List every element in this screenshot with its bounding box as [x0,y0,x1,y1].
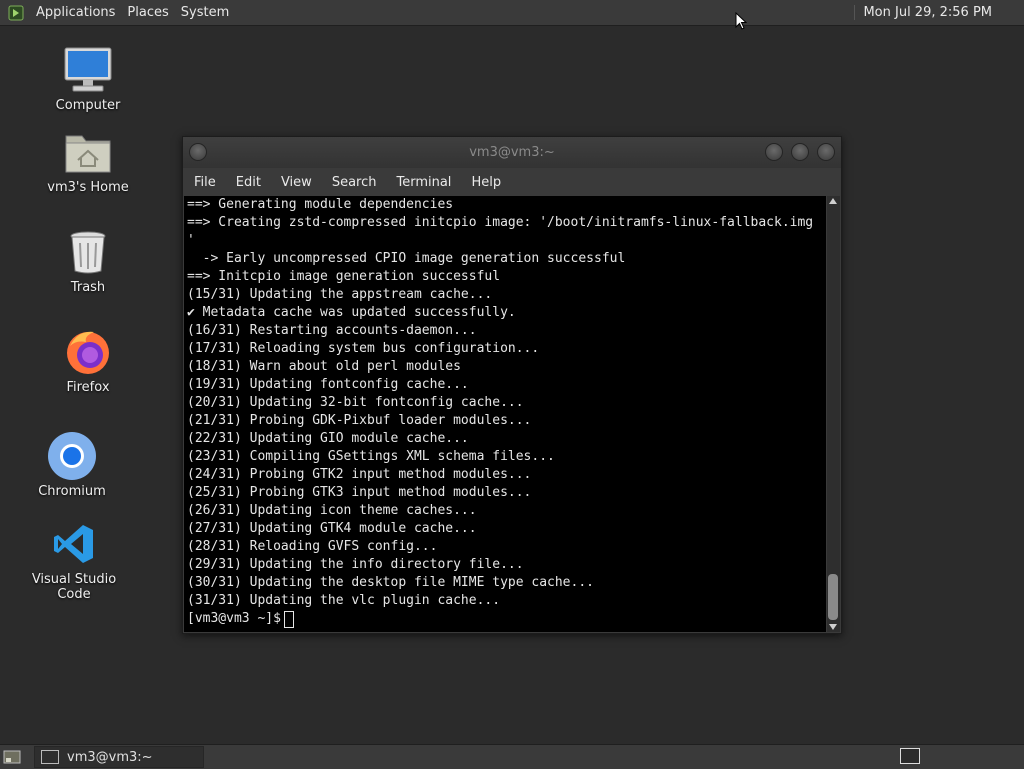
terminal-line: -> Early uncompressed CPIO image generat… [187,251,626,266]
terminal-line: (26/31) Updating icon theme caches... [187,503,477,518]
desktop-icon-computer[interactable]: Computer [28,44,148,113]
terminal-line: (15/31) Updating the appstream cache... [187,287,493,302]
desktop-icon-label: Trash [70,280,106,295]
scroll-up-arrow-icon[interactable] [829,198,837,204]
applications-menu[interactable]: Applications [30,5,121,20]
places-menu[interactable]: Places [121,5,174,20]
desktop-icon-label: Chromium [38,484,106,499]
distro-logo-icon[interactable] [8,4,26,22]
bottom-panel: vm3@vm3:~ [0,744,1024,769]
menu-edit[interactable]: Edit [226,175,271,190]
menu-view[interactable]: View [271,175,322,190]
firefox-icon [62,326,114,378]
taskbar-item-terminal[interactable]: vm3@vm3:~ [34,746,204,768]
terminal-line: (21/31) Probing GDK-Pixbuf loader module… [187,413,532,428]
desktop-icon-label: Firefox [66,380,110,395]
minimize-button[interactable] [765,143,783,161]
top-panel: Applications Places System Mon Jul 29, 2… [0,0,1024,26]
terminal-line: ==> Initcpio image generation successful [187,269,501,284]
terminal-line: (18/31) Warn about old perl modules [187,359,461,374]
desktop-icon-chromium[interactable]: Chromium [12,430,132,499]
terminal-line: ==> Generating module dependencies [187,197,454,212]
desktop-icon-label: vm3's Home [47,180,129,195]
desktop-icon-firefox[interactable]: Firefox [28,326,148,395]
menu-help[interactable]: Help [461,175,511,190]
scrollbar-thumb[interactable] [828,574,838,620]
home-folder-icon [62,126,114,178]
terminal-line: (16/31) Restarting accounts-daemon... [187,323,477,338]
clock[interactable]: Mon Jul 29, 2:56 PM [854,5,1024,20]
terminal-line: ==> Creating zstd-compressed initcpio im… [187,215,814,230]
terminal-output[interactable]: ==> Generating module dependencies ==> C… [184,196,826,632]
terminal-line: (24/31) Probing GTK2 input method module… [187,467,532,482]
computer-icon [62,44,114,96]
terminal-line: (31/31) Updating the vlc plugin cache... [187,593,501,608]
terminal-line: (28/31) Reloading GVFS config... [187,539,438,554]
terminal-line: (29/31) Updating the info directory file… [187,557,524,572]
menu-terminal[interactable]: Terminal [386,175,461,190]
terminal-line: (22/31) Updating GIO module cache... [187,431,469,446]
terminal-line: (27/31) Updating GTK4 module cache... [187,521,477,536]
terminal-line: (25/31) Probing GTK3 input method module… [187,485,532,500]
desktop-icon-vscode[interactable]: Visual Studio Code [14,518,134,602]
mouse-pointer-icon [735,12,747,30]
desktop-icon-trash[interactable]: Trash [28,226,148,295]
terminal-line: (23/31) Compiling GSettings XML schema f… [187,449,555,464]
terminal-line: (17/31) Reloading system bus configurati… [187,341,540,356]
shell-prompt: [vm3@vm3 ~]$ [187,611,281,626]
taskbar-item-label: vm3@vm3:~ [67,749,153,765]
terminal-menubar: File Edit View Search Terminal Help [183,168,841,196]
system-menu[interactable]: System [175,5,235,20]
window-title: vm3@vm3:~ [469,145,555,160]
desktop-icon-label: Computer [55,98,121,113]
terminal-line: ✔ Metadata cache was updated successfull… [187,305,516,320]
terminal-line: (30/31) Updating the desktop file MIME t… [187,575,594,590]
window-titlebar[interactable]: vm3@vm3:~ [183,137,841,168]
terminal-scrollbar[interactable] [827,196,840,632]
desktop-icon-home[interactable]: vm3's Home [28,126,148,195]
scroll-down-arrow-icon[interactable] [829,624,837,630]
show-desktop-icon[interactable] [2,748,22,766]
vscode-icon [48,518,100,570]
chromium-icon [46,430,98,482]
trash-icon [62,226,114,278]
workspace-switcher[interactable] [900,748,920,764]
desktop-icon-label: Visual Studio Code [31,572,117,602]
menu-file[interactable]: File [183,175,226,190]
close-button[interactable] [817,143,835,161]
terminal-line: (19/31) Updating fontconfig cache... [187,377,469,392]
terminal-window[interactable]: vm3@vm3:~ File Edit View Search Terminal… [182,136,842,634]
terminal-prompt-line[interactable]: [vm3@vm3 ~]$ [184,610,826,628]
terminal-line: (20/31) Updating 32-bit fontconfig cache… [187,395,524,410]
terminal-line: ' [187,233,195,248]
menu-search[interactable]: Search [322,175,387,190]
terminal-window-icon [41,750,59,764]
maximize-button[interactable] [791,143,809,161]
text-cursor [283,610,294,628]
